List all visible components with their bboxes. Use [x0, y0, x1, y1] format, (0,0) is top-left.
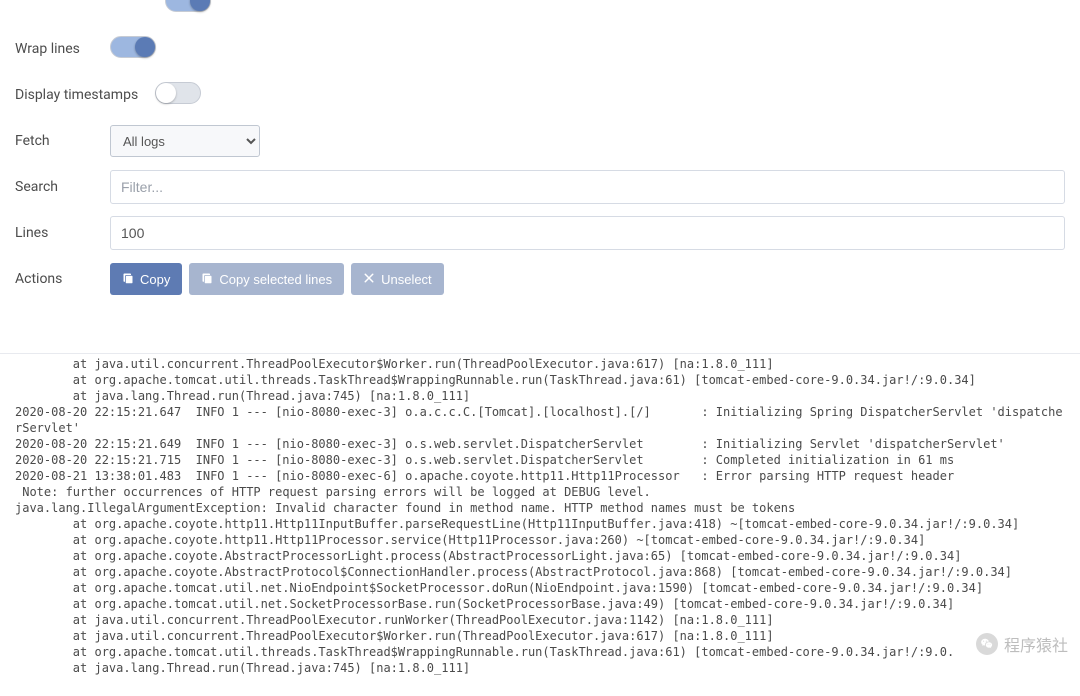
copy-icon: [122, 272, 134, 287]
display-timestamps-row: Display timestamps: [15, 78, 1065, 112]
lines-input[interactable]: [110, 216, 1065, 250]
search-label: Search: [15, 179, 110, 195]
unselect-icon: [363, 272, 375, 287]
search-row: Search: [15, 170, 1065, 204]
lines-row: Lines: [15, 216, 1065, 250]
toggle-top[interactable]: [165, 0, 211, 12]
search-input[interactable]: [110, 170, 1065, 204]
copy-button[interactable]: Copy: [110, 263, 182, 295]
copy-button-label: Copy: [140, 272, 170, 287]
fetch-row: Fetch All logs: [15, 124, 1065, 158]
display-timestamps-toggle[interactable]: [155, 82, 201, 104]
wrap-lines-label: Wrap lines: [15, 41, 110, 57]
fetch-select[interactable]: All logs: [110, 125, 260, 157]
toggle-top-row: [15, 0, 1065, 20]
log-viewer[interactable]: at java.util.concurrent.ThreadPoolExecut…: [0, 353, 1080, 696]
copy-selected-icon: [201, 272, 213, 287]
copy-selected-button[interactable]: Copy selected lines: [189, 263, 344, 295]
display-timestamps-label: Display timestamps: [15, 87, 155, 103]
lines-label: Lines: [15, 225, 110, 241]
controls-panel: Wrap lines Display timestamps Fetch All …: [0, 0, 1080, 323]
copy-selected-button-label: Copy selected lines: [219, 272, 332, 287]
actions-row: Actions Copy Copy selected lines Unselec…: [15, 262, 1065, 296]
log-output: at java.util.concurrent.ThreadPoolExecut…: [15, 356, 1065, 676]
actions-label: Actions: [15, 271, 110, 287]
unselect-button[interactable]: Unselect: [351, 263, 444, 295]
wrap-lines-toggle[interactable]: [110, 36, 156, 58]
fetch-label: Fetch: [15, 133, 110, 149]
wrap-lines-row: Wrap lines: [15, 32, 1065, 66]
unselect-button-label: Unselect: [381, 272, 432, 287]
